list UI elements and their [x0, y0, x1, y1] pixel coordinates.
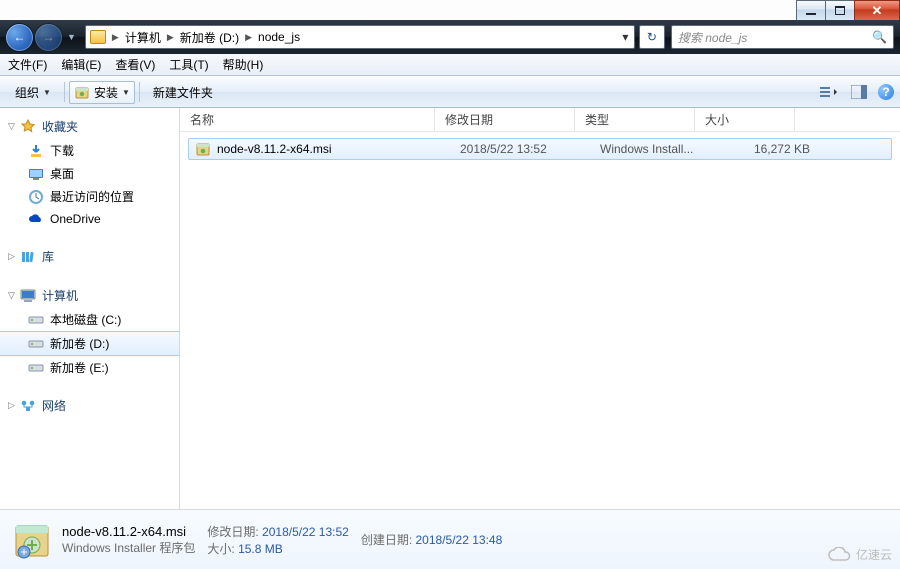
details-mod-value: 2018/5/22 13:52: [262, 525, 349, 539]
menu-help[interactable]: 帮助(H): [223, 56, 264, 73]
chevron-down-icon: ▼: [122, 88, 130, 97]
file-date: 2018/5/22 13:52: [460, 142, 600, 156]
expand-icon[interactable]: ▷: [8, 251, 20, 262]
collapse-icon[interactable]: ▽: [8, 121, 20, 132]
new-folder-button[interactable]: 新建文件夹: [144, 80, 222, 105]
menu-file[interactable]: 文件(F): [8, 56, 47, 73]
expand-icon[interactable]: ▷: [8, 400, 20, 411]
drive-icon: [28, 312, 44, 328]
menu-bar: 文件(F) 编辑(E) 查看(V) 工具(T) 帮助(H): [0, 54, 900, 76]
chevron-right-icon: ▶: [243, 32, 254, 43]
library-icon: [20, 249, 36, 265]
forward-button[interactable]: →: [35, 24, 62, 51]
msi-file-icon: [12, 520, 52, 560]
file-list: 名称 修改日期 类型 大小 node-v8.11.2-x64.msi 2018/…: [180, 108, 900, 509]
drive-icon: [28, 360, 44, 376]
details-subtitle: Windows Installer 程序包: [62, 539, 195, 556]
sidebar-favorites[interactable]: ▽ 收藏夹: [0, 114, 179, 139]
details-title: node-v8.11.2-x64.msi: [62, 524, 195, 539]
file-type: Windows Install...: [600, 142, 720, 156]
sidebar-item-downloads[interactable]: 下载: [0, 139, 179, 162]
breadcrumb-computer[interactable]: 计算机: [121, 26, 165, 48]
column-date[interactable]: 修改日期: [435, 108, 575, 131]
sidebar-libraries[interactable]: ▷ 库: [0, 244, 179, 269]
separator: [64, 82, 65, 102]
desktop-icon: [28, 166, 44, 182]
chevron-right-icon: ▶: [165, 32, 176, 43]
installer-icon: [74, 84, 90, 100]
sidebar-drive-c[interactable]: 本地磁盘 (C:): [0, 308, 179, 331]
separator: [139, 82, 140, 102]
file-size: 16,272 KB: [720, 142, 820, 156]
help-button[interactable]: ?: [878, 84, 894, 100]
menu-view[interactable]: 查看(V): [115, 56, 155, 73]
chevron-right-icon: ▶: [110, 32, 121, 43]
star-icon: [20, 119, 36, 135]
msi-file-icon: [195, 141, 211, 157]
sidebar-drive-e[interactable]: 新加卷 (E:): [0, 356, 179, 379]
watermark: 亿速云: [826, 546, 892, 563]
collapse-icon[interactable]: ▽: [8, 290, 20, 301]
computer-icon: [20, 288, 36, 304]
refresh-button[interactable]: ↻: [639, 25, 665, 49]
recent-icon: [28, 189, 44, 205]
folder-icon: [90, 30, 106, 44]
sidebar-item-desktop[interactable]: 桌面: [0, 162, 179, 185]
details-pane: node-v8.11.2-x64.msi Windows Installer 程…: [0, 509, 900, 569]
breadcrumb-drive[interactable]: 新加卷 (D:): [176, 26, 243, 48]
view-options-button[interactable]: [818, 82, 840, 102]
preview-pane-button[interactable]: [848, 82, 870, 102]
column-type[interactable]: 类型: [575, 108, 695, 131]
download-icon: [28, 143, 44, 159]
install-button[interactable]: 安装▼: [69, 81, 135, 104]
file-name: node-v8.11.2-x64.msi: [217, 142, 460, 156]
details-mod-key: 修改日期:: [207, 525, 258, 539]
sidebar-item-recent[interactable]: 最近访问的位置: [0, 185, 179, 208]
menu-tools[interactable]: 工具(T): [169, 56, 208, 73]
back-button[interactable]: ←: [6, 24, 33, 51]
breadcrumb-folder[interactable]: node_js: [254, 26, 304, 48]
sidebar-network[interactable]: ▷ 网络: [0, 393, 179, 418]
chevron-down-icon: ▼: [43, 88, 51, 97]
search-placeholder: 搜索 node_js: [678, 29, 747, 46]
drive-icon: [28, 336, 44, 352]
network-icon: [20, 398, 36, 414]
sidebar-computer[interactable]: ▽ 计算机: [0, 283, 179, 308]
onedrive-icon: [28, 211, 44, 227]
address-bar[interactable]: ▶ 计算机 ▶ 新加卷 (D:) ▶ node_js ▾: [85, 25, 635, 49]
details-created-value: 2018/5/22 13:48: [416, 533, 503, 547]
command-bar: 组织▼ 安装▼ 新建文件夹 ?: [0, 76, 900, 108]
maximize-button[interactable]: [825, 0, 855, 20]
details-created-key: 创建日期:: [361, 533, 412, 547]
column-size[interactable]: 大小: [695, 108, 795, 131]
column-name[interactable]: 名称: [180, 108, 435, 131]
address-dropdown-icon[interactable]: ▾: [616, 30, 634, 44]
details-size-value: 15.8 MB: [238, 542, 283, 556]
menu-edit[interactable]: 编辑(E): [61, 56, 101, 73]
close-button[interactable]: ✕: [854, 0, 900, 20]
search-input[interactable]: 搜索 node_js 🔍: [671, 25, 894, 49]
navigation-bar: ← → ▼ ▶ 计算机 ▶ 新加卷 (D:) ▶ node_js ▾ ↻ 搜索 …: [0, 20, 900, 54]
column-headers: 名称 修改日期 类型 大小: [180, 108, 900, 132]
minimize-button[interactable]: [796, 0, 826, 20]
history-dropdown-icon[interactable]: ▼: [67, 32, 76, 42]
sidebar-drive-d[interactable]: 新加卷 (D:): [0, 331, 179, 356]
navigation-pane: ▽ 收藏夹 下载 桌面 最近访问的位置 OneDrive ▷ 库 ▽: [0, 108, 180, 509]
sidebar-item-onedrive[interactable]: OneDrive: [0, 208, 179, 230]
organize-button[interactable]: 组织▼: [6, 80, 60, 105]
search-icon[interactable]: 🔍: [872, 30, 887, 44]
details-size-key: 大小:: [207, 542, 234, 556]
file-row[interactable]: node-v8.11.2-x64.msi 2018/5/22 13:52 Win…: [188, 138, 892, 160]
